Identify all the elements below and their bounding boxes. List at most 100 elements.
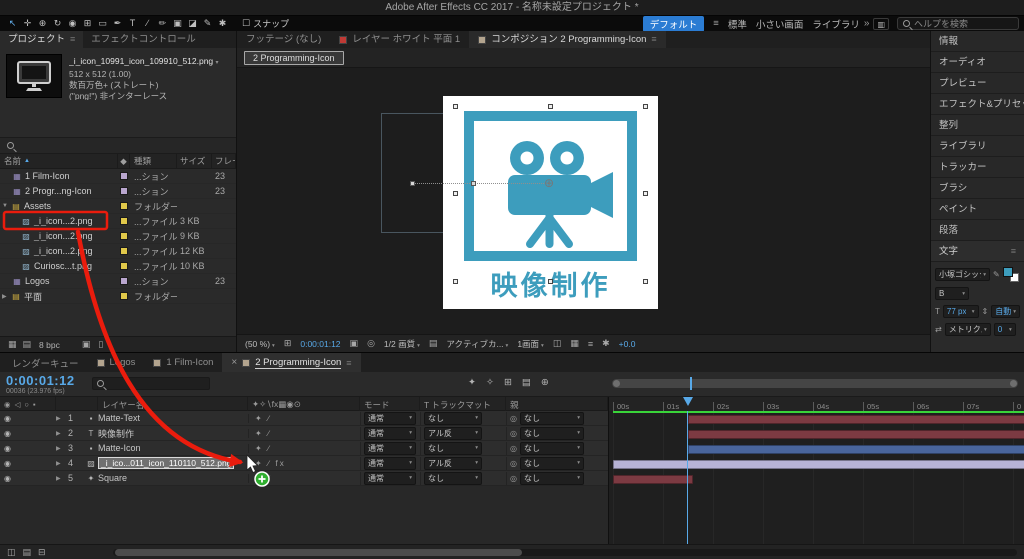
sidebar-panel-preview[interactable]: プレビュー [931, 73, 1024, 94]
sidebar-panel-effects-presets[interactable]: エフェクト&プリセット [931, 94, 1024, 115]
track-matte-select[interactable]: なし▾ [424, 472, 482, 485]
layer-disclosure-icon[interactable]: ▶ [56, 430, 68, 437]
zoom-control-icon[interactable]: ⊟ [38, 547, 46, 558]
layer-duration-bar[interactable] [613, 460, 1024, 469]
timeline-layer-row[interactable]: ◉▶1▪Matte-Text✦ ∕通常▾なし▾◎なし▾ [0, 411, 608, 426]
snapshot-icon[interactable]: ▣ [350, 338, 359, 349]
timeline-layer-row[interactable]: ◉▶5✦Square✦ ∕通常▾なし▾◎なし▾ [0, 471, 608, 486]
track-matte-select[interactable]: なし▾ [424, 442, 482, 455]
sidebar-panel-paragraph[interactable]: 段落 [931, 220, 1024, 241]
safe-zones-icon[interactable]: ⊞ [284, 338, 292, 349]
workspace-tab-2[interactable]: 標準 [728, 17, 747, 31]
layer-switches[interactable]: ✦ ∕ [248, 474, 360, 483]
playhead-handle[interactable] [683, 397, 693, 406]
puppet-pin-tool-icon[interactable]: ✱ [215, 16, 230, 31]
motion-blur-icon[interactable]: ▤ [522, 377, 531, 388]
help-search-box[interactable] [897, 17, 1019, 30]
sidebar-panel-paint[interactable]: ペイント [931, 199, 1024, 220]
tab-2-programming-icon[interactable]: ×2 Programming-Icon≡ [222, 353, 360, 372]
column-header-name[interactable]: 名前 ▲ [0, 154, 118, 168]
parent-select[interactable]: なし▾ [520, 442, 584, 455]
fill-color-swatch[interactable] [1003, 267, 1013, 277]
selection-tool-icon[interactable]: ↖ [5, 16, 20, 31]
scrollbar-thumb[interactable] [115, 549, 522, 556]
column-header-type[interactable]: 種類 [130, 154, 177, 168]
mode-select[interactable]: 通常▾ [364, 427, 416, 440]
panel-menu-icon[interactable]: ≡ [346, 358, 351, 368]
help-search-input[interactable] [914, 19, 1006, 29]
tab-1-film-icon[interactable]: 1 Film-Icon [144, 353, 222, 372]
layer-disclosure-icon[interactable]: ▶ [56, 475, 68, 482]
draft-3d-icon[interactable]: ✧ [486, 377, 494, 388]
zoom-tool-icon[interactable]: ⊕ [35, 16, 50, 31]
navigator-end-handle[interactable] [1010, 380, 1017, 387]
graph-editor-icon[interactable]: ⊕ [541, 377, 549, 388]
sidebar-panel-info[interactable]: 情報 [931, 31, 1024, 52]
tab-composition[interactable]: コンポジション 2 Programming-Icon≡ [469, 31, 665, 48]
tracking-select[interactable]: 0 ▾ [994, 323, 1016, 336]
workspace-overflow-icon[interactable]: » [864, 18, 870, 29]
selection-handle[interactable] [643, 191, 648, 196]
mode-select[interactable]: 通常▾ [364, 472, 416, 485]
sidebar-panel-libraries[interactable]: ライブラリ [931, 136, 1024, 157]
selection-handle[interactable] [643, 104, 648, 109]
layer-duration-bar[interactable] [688, 430, 1024, 439]
layer-switches[interactable]: ✦ ∕ fx [248, 459, 360, 468]
project-row[interactable]: ▼▤Assetsフォルダー [0, 199, 236, 214]
sidebar-panel-audio[interactable]: オーディオ [931, 52, 1024, 73]
pickwhip-icon[interactable]: ◎ [510, 429, 517, 438]
kerning-select[interactable]: メトリクス ▾ [945, 323, 991, 336]
grid-guides-icon[interactable]: ▦ [570, 338, 579, 349]
color-depth-label[interactable]: 8 bpc [39, 340, 60, 350]
timeline-timecode[interactable]: 0:00:01:12 [6, 373, 75, 388]
composition-stage[interactable]: 映像制作 ⊕ [237, 68, 930, 334]
disclosure-icon[interactable]: ▼ [2, 203, 10, 209]
video-visibility-icon[interactable]: ◉ [4, 474, 11, 483]
project-row[interactable]: ▨Curiosc...t.png...ファイル10 KB [0, 259, 236, 274]
horizontal-scrollbar[interactable] [113, 549, 1017, 556]
pencil-tool-icon[interactable]: ∕ [140, 16, 155, 31]
column-header-mode[interactable]: モード [360, 397, 420, 412]
selection-handle[interactable] [548, 104, 553, 109]
panel-menu-icon[interactable]: ≡ [1011, 241, 1016, 262]
layer-duration-bar[interactable] [688, 445, 1024, 454]
pixel-aspect-icon[interactable]: ◫ [553, 338, 562, 349]
mode-select[interactable]: 通常▾ [364, 412, 416, 425]
rotation-tool-icon[interactable]: ↻ [50, 16, 65, 31]
track-matte-select[interactable]: アル反▾ [424, 427, 482, 440]
time-navigator-bar[interactable] [612, 379, 1018, 388]
workspace-tab-3[interactable]: 小さい画面 [756, 17, 804, 31]
tab-layer[interactable]: レイヤー ホワイト 平面 1 [330, 31, 469, 48]
clone-stamp-tool-icon[interactable]: ▣ [170, 16, 185, 31]
font-family-select[interactable]: 小塚ゴシック Pr6N ▾ [935, 268, 990, 281]
toggle-switches-modes-icon[interactable]: ▤ [23, 547, 32, 558]
project-row[interactable]: ▦Logos...ション23 [0, 274, 236, 289]
track-matte-select[interactable]: なし▾ [424, 412, 482, 425]
timeline-layer-row[interactable]: ◉▶3▪Matte-Icon✦ ∕通常▾なし▾◎なし▾ [0, 441, 608, 456]
layer-switches[interactable]: ✦ ∕ [248, 429, 360, 438]
parent-select[interactable]: なし▾ [520, 412, 584, 425]
column-header-layer-name[interactable]: レイヤー名 [98, 397, 248, 412]
project-row[interactable]: ▦2 Progr...ng-Icon...ション23 [0, 184, 236, 199]
type-tool-icon[interactable]: T [125, 16, 140, 31]
tab-footage[interactable]: フッテージ (なし) [237, 31, 330, 48]
disclosure-icon[interactable]: ▶ [2, 293, 10, 300]
timeline-layer-row[interactable]: ◉▶4▨_i_ico...011_icon_110110_512.png✦ ∕ … [0, 456, 608, 471]
leading-select[interactable]: 自動 ▾ [991, 305, 1020, 318]
sidebar-panel-tracker[interactable]: トラッカー [931, 157, 1024, 178]
layer-duration-bar[interactable] [613, 475, 693, 484]
tab-effect-controls[interactable]: エフェクトコントロール [83, 31, 204, 48]
current-time-display[interactable]: 0:00:01:12 00036 (23.976 fps) [6, 373, 75, 395]
eyedropper-icon[interactable]: ✎ [993, 270, 1000, 279]
tab-project[interactable]: プロジェクト ≡ [0, 31, 83, 48]
column-header-frames[interactable]: フレー [212, 154, 236, 168]
video-visibility-icon[interactable]: ◉ [4, 444, 11, 453]
label-chip-cell[interactable] [118, 292, 130, 300]
layer-duration-bar[interactable] [688, 415, 1024, 424]
new-folder-icon[interactable]: ▣ [82, 339, 91, 350]
navigator-playhead[interactable] [690, 377, 692, 390]
viewer-timecode[interactable]: 0:00:01:12 [300, 339, 340, 349]
track-matte-select[interactable]: アル反▾ [424, 457, 482, 470]
column-header-parent[interactable]: 親 [506, 397, 608, 412]
project-row[interactable]: ▨_i_icon...2.png...ファイル12 KB [0, 244, 236, 259]
